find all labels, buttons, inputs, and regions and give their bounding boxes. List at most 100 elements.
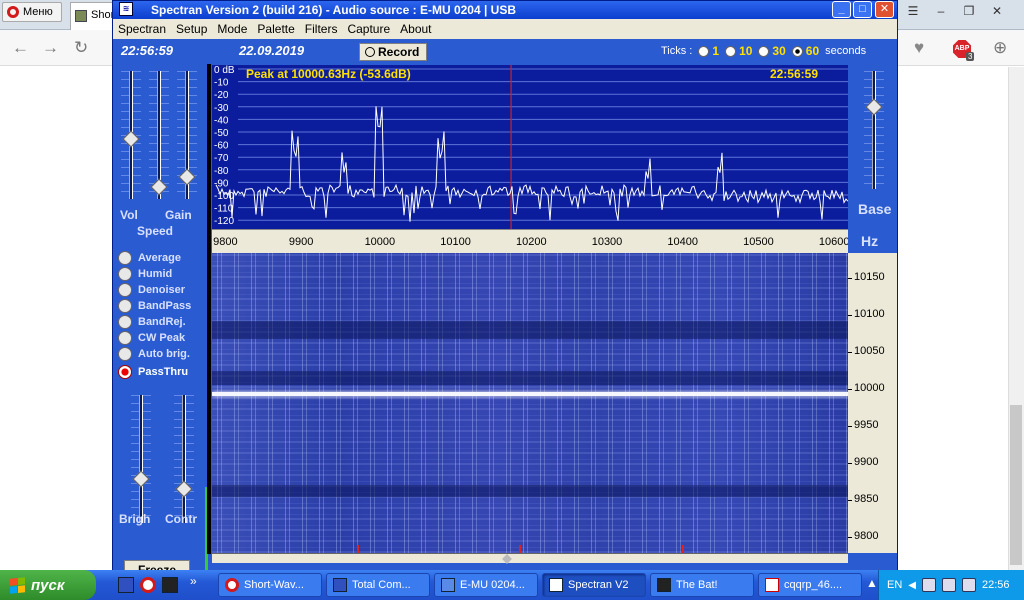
- db-label: -90: [214, 178, 229, 189]
- peak-readout: Peak at 10000.63Hz (-53.6dB): [246, 67, 411, 81]
- option-humid[interactable]: Humid: [118, 267, 172, 281]
- tray-app-icon[interactable]: [961, 578, 976, 592]
- download-icon[interactable]: ⊕: [993, 38, 1007, 58]
- speed-slider[interactable]: [149, 71, 169, 199]
- option-radio-icon: [118, 267, 132, 281]
- db-label: -40: [214, 115, 229, 126]
- quicklaunch-floppy-icon[interactable]: [118, 577, 134, 593]
- tray-audio-icon[interactable]: [941, 578, 956, 592]
- taskbar: пуск » Short-Wav... Total Com... E-MU 02…: [0, 570, 1024, 600]
- menu-capture[interactable]: Capture: [347, 22, 390, 36]
- frequency-tick-label: 10300: [591, 236, 623, 248]
- ticks-radio-30[interactable]: 30: [758, 44, 786, 58]
- reload-icon[interactable]: ↻: [74, 38, 88, 58]
- option-radio-icon: [118, 331, 132, 345]
- task-spectran[interactable]: Spectran V2: [542, 573, 646, 597]
- quicklaunch-expand-icon[interactable]: »: [190, 574, 197, 588]
- menu-about[interactable]: About: [400, 22, 431, 36]
- record-label: Record: [378, 45, 420, 59]
- browser-close-button[interactable]: ✕: [984, 0, 1010, 22]
- option-bandpass[interactable]: BandPass: [118, 299, 191, 313]
- waterfall-scrollbar-thumb[interactable]: [502, 554, 512, 564]
- vol-label: Vol: [120, 208, 138, 222]
- tray-network-icon[interactable]: [921, 578, 936, 592]
- waterfall-display[interactable]: [212, 253, 848, 553]
- windows-flag-icon: [10, 576, 25, 594]
- taskbar-scroll-icon[interactable]: ▲: [866, 576, 878, 590]
- minimize-button[interactable]: _: [832, 1, 851, 18]
- ticks-radio-1[interactable]: 1: [698, 44, 719, 58]
- browser-tab[interactable]: Shor: [70, 2, 115, 30]
- option-cw-peak[interactable]: CW Peak: [118, 331, 185, 345]
- app-icon[interactable]: ≋: [119, 2, 133, 16]
- option-bandrej[interactable]: BandRej.: [118, 315, 186, 329]
- gain-slider[interactable]: [177, 71, 197, 199]
- opera-menu-button[interactable]: Меню: [2, 2, 62, 22]
- spectrum-border: [207, 64, 211, 554]
- title-bar[interactable]: ≋ Spectran Version 2 (build 216) - Audio…: [113, 1, 897, 19]
- ticks-radio-10[interactable]: 10: [725, 44, 752, 58]
- pdf-icon: [765, 578, 779, 592]
- quicklaunch-opera-icon[interactable]: [140, 577, 156, 593]
- task-pdf[interactable]: cqqrp_46....: [758, 573, 862, 597]
- system-tray: EN ◀ 22:56: [878, 570, 1024, 600]
- menu-spectran[interactable]: Spectran: [118, 22, 166, 36]
- speed-label: Speed: [137, 224, 174, 238]
- language-indicator[interactable]: EN: [887, 579, 902, 591]
- frequency-tick-label: 10000: [364, 236, 396, 248]
- quicklaunch-app-icon[interactable]: [162, 577, 178, 593]
- db-label: -10: [214, 78, 229, 89]
- option-passthru[interactable]: PassThru: [118, 365, 188, 379]
- contrast-slider[interactable]: [174, 395, 194, 523]
- task-emu[interactable]: E-MU 0204...: [434, 573, 538, 597]
- brigh-label: Brigh: [119, 512, 151, 526]
- browser-maximize-button[interactable]: ❐: [956, 0, 982, 22]
- spectrum-display[interactable]: 0 dB -10 -20 -30 -40 -50 -60 -70 -80 -90 -100 -110-…: [212, 65, 848, 229]
- menu-setup[interactable]: Setup: [176, 22, 207, 36]
- spectrum-time: 22:56:59: [769, 67, 818, 81]
- opera-icon: [225, 578, 239, 592]
- tray-clock: 22:56: [981, 579, 1010, 591]
- frequency-tick-label: 9800: [213, 236, 238, 248]
- contr-label: Contr: [165, 512, 197, 526]
- close-button[interactable]: ✕: [875, 1, 894, 18]
- option-radio-icon: [118, 315, 132, 329]
- task-total-commander[interactable]: Total Com...: [326, 573, 430, 597]
- mixer-icon: [441, 578, 455, 592]
- favorite-heart-icon[interactable]: ♥: [914, 38, 924, 58]
- browser-menu-icon[interactable]: ☰: [900, 0, 926, 22]
- option-average[interactable]: Average: [118, 251, 181, 265]
- option-label: CW Peak: [138, 332, 186, 344]
- carrier-line: [212, 392, 848, 396]
- vol-slider[interactable]: [121, 71, 141, 199]
- brightness-slider[interactable]: [131, 395, 151, 523]
- start-label: пуск: [31, 576, 65, 594]
- opera-menu-label: Меню: [23, 6, 53, 18]
- task-the-bat[interactable]: The Bat!: [650, 573, 754, 597]
- frequency-axis: 9800 9900 10000 10100 10200 10300 10400 10500 10…: [212, 229, 849, 253]
- clock-date: 22.09.2019: [239, 43, 305, 58]
- base-slider[interactable]: [864, 71, 884, 189]
- record-button[interactable]: Record: [359, 43, 427, 61]
- browser-minimize-button[interactable]: –: [928, 0, 954, 22]
- tray-expand-icon[interactable]: ◀: [908, 580, 916, 591]
- start-button[interactable]: пуск: [0, 570, 96, 600]
- ticks-radio-60[interactable]: 60: [791, 44, 819, 58]
- waterfall-tick-label: 10050: [848, 345, 885, 357]
- radio-circle-icon: [698, 45, 710, 57]
- task-short-wave[interactable]: Short-Wav...: [218, 573, 322, 597]
- waterfall-scrollbar[interactable]: [212, 553, 848, 564]
- menu-mode[interactable]: Mode: [217, 22, 247, 36]
- menu-palette[interactable]: Palette: [257, 22, 294, 36]
- time-mark: [682, 545, 684, 553]
- waterfall-dark-band: [212, 485, 848, 497]
- back-icon[interactable]: ←: [12, 38, 29, 58]
- forward-icon[interactable]: →: [42, 38, 59, 58]
- option-denoiser[interactable]: Denoiser: [118, 283, 185, 297]
- spectrum-plot: 0 dB-10-20-30-40-50-60-70-80-90-100-110-…: [214, 65, 848, 229]
- maximize-button[interactable]: □: [853, 1, 872, 18]
- browser-window-controls: ☰ – ❐ ✕: [900, 0, 1010, 22]
- menu-filters[interactable]: Filters: [305, 22, 338, 36]
- option-auto-brig[interactable]: Auto brig.: [118, 347, 190, 361]
- browser-scrollbar-thumb[interactable]: [1010, 405, 1022, 565]
